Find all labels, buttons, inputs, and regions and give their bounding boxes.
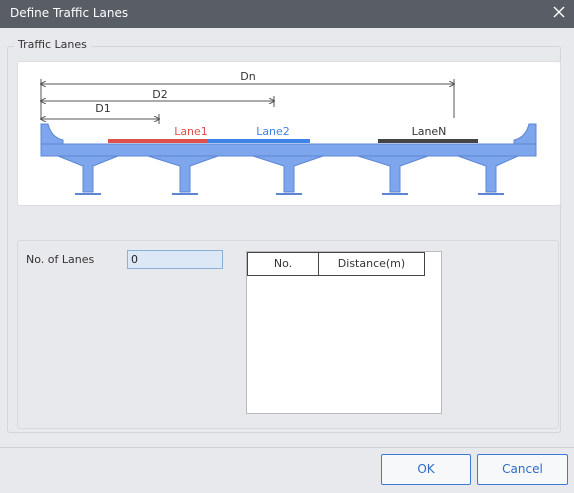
column-header-no[interactable]: No.: [247, 252, 319, 276]
no-of-lanes-input[interactable]: [127, 250, 223, 269]
dim-label-dn: Dn: [240, 70, 255, 83]
lane2-bar: [208, 139, 310, 143]
cancel-button[interactable]: Cancel: [477, 454, 568, 485]
lanes-table[interactable]: No. Distance(m): [246, 251, 442, 414]
laneN-bar: [378, 139, 478, 143]
column-header-distance[interactable]: Distance(m): [318, 252, 425, 276]
laneN-label: LaneN: [412, 125, 447, 138]
dim-label-d1: D1: [95, 102, 110, 115]
dim-label-d2: D2: [152, 88, 167, 101]
bridge-diagram: Dn D2 D1 Lane1 Lane2 LaneN: [17, 61, 561, 206]
lane2-label: Lane2: [256, 125, 290, 138]
group-title: Traffic Lanes: [14, 38, 91, 51]
ok-button[interactable]: OK: [381, 454, 471, 485]
lane1-bar: [108, 139, 208, 143]
no-of-lanes-label: No. of Lanes: [26, 253, 95, 266]
window-title: Define Traffic Lanes: [10, 6, 129, 20]
footer-divider: [0, 447, 574, 448]
title-bar: Define Traffic Lanes: [0, 0, 574, 28]
lane1-label: Lane1: [174, 125, 208, 138]
close-icon[interactable]: [552, 5, 566, 19]
bridge-cross-section: Dn D2 D1 Lane1 Lane2 LaneN: [18, 70, 537, 195]
